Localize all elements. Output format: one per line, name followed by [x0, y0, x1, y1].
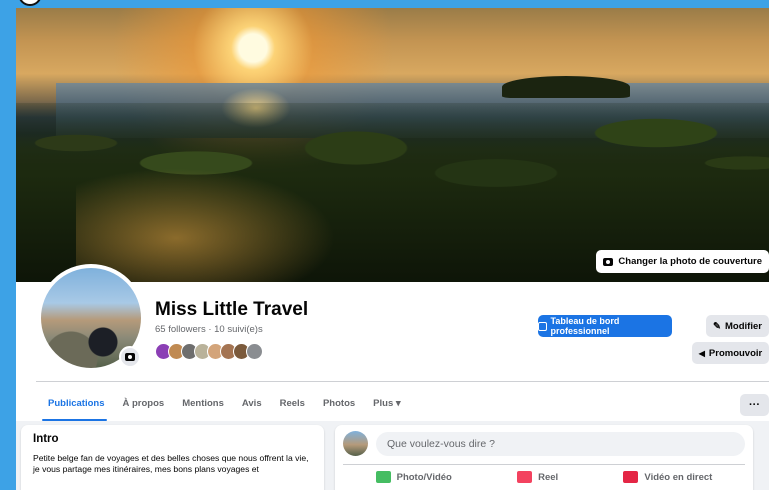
edit-label: Modifier — [725, 320, 762, 332]
avatar-camera-button[interactable] — [119, 346, 141, 368]
promote-button[interactable]: ◀ Promouvoir — [692, 342, 769, 364]
tab-more[interactable]: Plus ▾ — [364, 386, 409, 421]
change-cover-label: Changer la photo de couverture — [618, 256, 762, 267]
composer-avatar[interactable] — [343, 431, 368, 456]
camera-icon — [603, 257, 614, 266]
tab-publications[interactable]: Publications — [36, 386, 113, 421]
post-composer: Que voulez-vous dire ? Photo/Vidéo Reel … — [335, 425, 753, 490]
tab-reels[interactable]: Reels — [271, 386, 314, 421]
intro-title: Intro — [33, 433, 59, 445]
tab-reviews[interactable]: Avis — [233, 386, 271, 421]
more-options-button[interactable]: ··· — [740, 394, 769, 416]
tab-mentions[interactable]: Mentions — [173, 386, 233, 421]
photo-video-button[interactable]: Photo/Vidéo — [375, 471, 452, 483]
camera-icon — [125, 353, 135, 361]
profile-tabs: Publications À propos Mentions Avis Reel… — [36, 386, 410, 421]
friend-avatars[interactable] — [155, 343, 263, 360]
live-video-button[interactable]: Vidéo en direct — [623, 471, 712, 483]
dashboard-label: Tableau de bord professionnel — [550, 316, 620, 336]
change-cover-button[interactable]: Changer la photo de couverture — [596, 250, 769, 273]
reel-button[interactable]: Reel — [517, 471, 558, 483]
cover-photo[interactable]: Changer la photo de couverture — [16, 8, 769, 282]
friend-avatar[interactable] — [246, 343, 263, 360]
edit-button[interactable]: ✎ Modifier — [706, 315, 769, 337]
intro-bio: Petite belge fan de voyages et des belle… — [33, 453, 309, 474]
dashboard-icon — [538, 321, 547, 331]
photo-video-label: Photo/Vidéo — [396, 471, 452, 483]
professional-dashboard-button[interactable]: Tableau de bord professionnel — [538, 315, 672, 337]
pencil-icon: ✎ — [713, 320, 721, 332]
intro-card: Intro Petite belge fan de voyages et des… — [21, 425, 324, 490]
tab-about[interactable]: À propos — [113, 386, 173, 421]
followers-count[interactable]: 65 followers · 10 suivi(e)s — [155, 324, 263, 335]
top-strip — [0, 0, 769, 8]
post-input[interactable]: Que voulez-vous dire ? — [376, 431, 745, 456]
promote-label: Promouvoir — [708, 347, 763, 359]
live-video-icon — [623, 471, 639, 483]
tabs-divider — [36, 381, 769, 382]
live-video-label: Vidéo en direct — [644, 471, 713, 483]
profile-page: Changer la photo de couverture Miss Litt… — [16, 8, 769, 490]
reel-icon — [517, 471, 533, 483]
megaphone-icon: ◀ — [698, 348, 705, 358]
cover-light-glow — [76, 168, 336, 282]
tab-photos[interactable]: Photos — [314, 386, 364, 421]
photo-icon — [375, 471, 391, 483]
reel-label: Reel — [538, 471, 559, 483]
profile-name: Miss Little Travel — [155, 299, 309, 320]
cover-island — [502, 76, 630, 98]
